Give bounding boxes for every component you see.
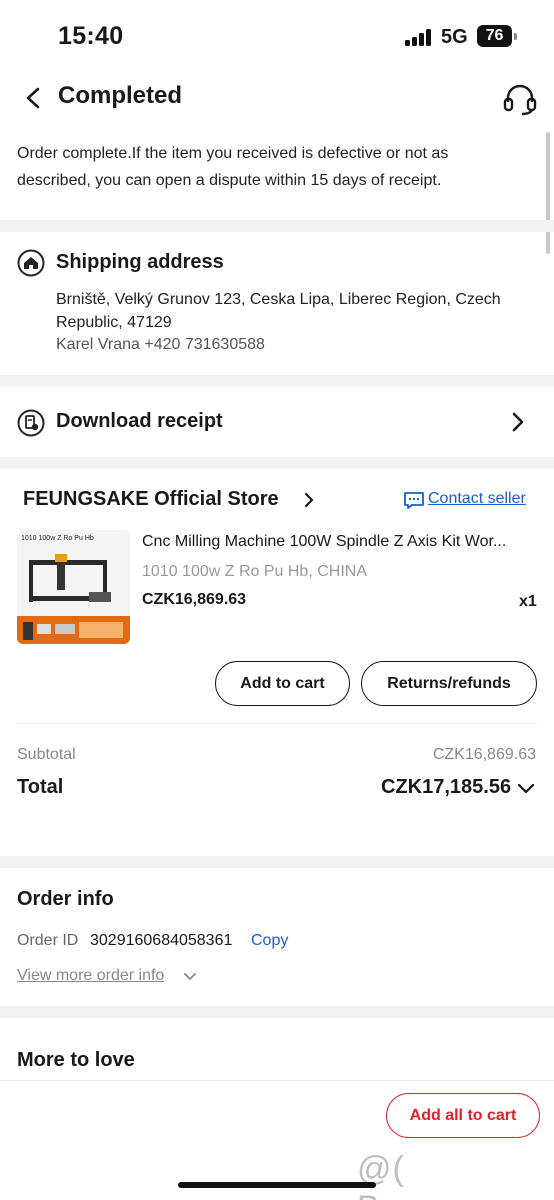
chevron-down-icon[interactable] [516, 781, 536, 797]
product-image[interactable]: 1010 100w Z Ro Pu Hb [17, 530, 130, 644]
battery-icon: 76 [477, 25, 517, 47]
add-all-to-cart-button[interactable]: Add all to cart [386, 1093, 540, 1138]
home-icon [17, 249, 45, 277]
headset-icon[interactable] [502, 82, 538, 116]
order-id-value: 3029160684058361 [90, 932, 233, 949]
section-divider [0, 375, 554, 387]
status-time: 15:40 [58, 22, 124, 50]
scrollbar[interactable] [546, 132, 550, 254]
watermark: @( Bazos.cz [357, 1150, 502, 1200]
total-value[interactable]: CZK17,185.56 [381, 776, 511, 799]
page-title: Completed [58, 82, 183, 109]
product-variant: 1010 100w Z Ro Pu Hb, CHINA [142, 563, 367, 580]
more-to-love-title: More to love [17, 1049, 135, 1071]
network-type: 5G [441, 26, 468, 48]
chat-icon[interactable] [403, 491, 425, 510]
order-notice: Order complete.If the item you received … [17, 145, 449, 189]
contact-seller-link[interactable]: Contact seller [428, 490, 526, 508]
total-label: Total [17, 776, 64, 798]
receipt-icon [17, 409, 45, 437]
product-image-caption: 1010 100w Z Ro Pu Hb [21, 535, 94, 542]
product-price: CZK16,869.63 [142, 591, 247, 608]
view-more-order-info-link[interactable]: View more order info [17, 967, 164, 985]
status-bar: 15:40 5G 76 [0, 0, 554, 70]
product-title[interactable]: Cnc Milling Machine 100W Spindle Z Axis … [142, 533, 538, 551]
download-receipt-label: Download receipt [56, 410, 223, 432]
download-receipt-row[interactable]: Download receipt [0, 388, 554, 456]
add-to-cart-button[interactable]: Add to cart [215, 661, 350, 706]
section-divider [0, 856, 554, 868]
product-quantity: x1 [519, 593, 537, 610]
chevron-right-icon [512, 412, 524, 432]
section-divider [0, 457, 554, 469]
copy-order-id-link[interactable]: Copy [251, 932, 288, 950]
store-name[interactable]: FEUNGSAKE Official Store [23, 488, 279, 511]
order-id-label: Order ID [17, 932, 79, 949]
battery-level: 76 [477, 25, 512, 47]
section-divider [0, 1006, 554, 1018]
shipping-title: Shipping address [56, 251, 224, 273]
chevron-left-icon[interactable] [16, 84, 48, 112]
subtotal-value: CZK16,869.63 [432, 746, 536, 763]
section-divider [0, 220, 554, 232]
returns-refunds-button[interactable]: Returns/refunds [361, 661, 537, 706]
shipping-address: Brniště, Velký Grunov 123, Ceska Lipa, L… [56, 291, 501, 331]
home-indicator[interactable] [178, 1182, 376, 1188]
order-info-title: Order info [17, 888, 114, 910]
chevron-right-icon[interactable] [302, 490, 316, 510]
bottom-bar-divider [0, 1080, 554, 1081]
signal-icon [405, 29, 433, 46]
divider-line [17, 723, 537, 724]
subtotal-label: Subtotal [17, 746, 76, 763]
shipping-contact: Karel Vrana +420 731630588 [56, 336, 265, 353]
header: Completed [0, 70, 554, 126]
chevron-down-icon[interactable] [183, 971, 197, 983]
